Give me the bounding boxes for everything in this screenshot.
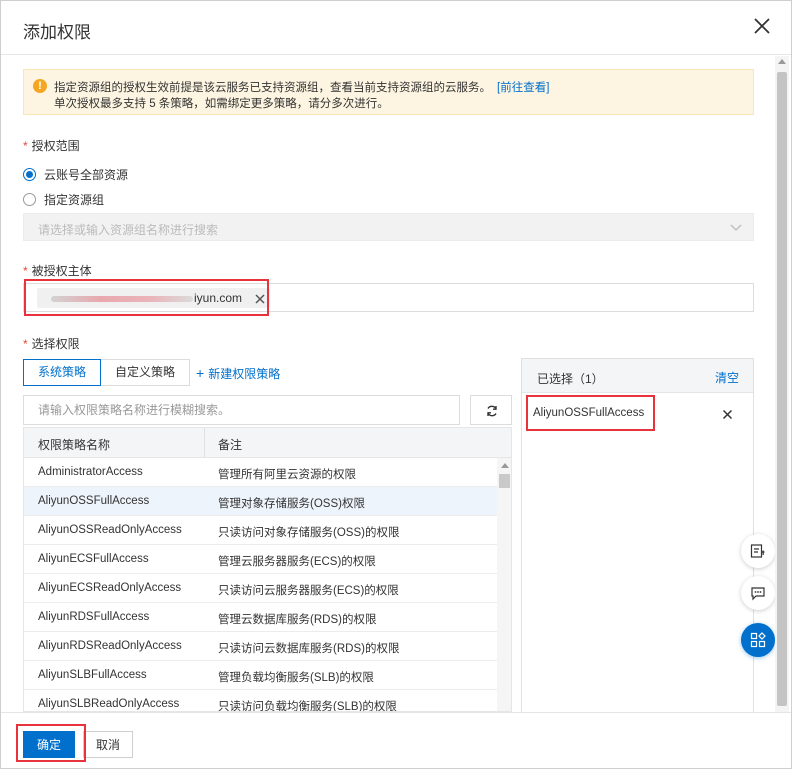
scroll-up-icon[interactable] <box>501 463 509 468</box>
chat-button[interactable] <box>741 576 775 610</box>
radio-all-resources[interactable]: 云账号全部资源 <box>23 166 128 182</box>
dialog-title: 添加权限 <box>23 23 91 42</box>
view-link[interactable]: [前往查看] <box>497 82 549 94</box>
dialog-header: 添加权限 <box>1 1 791 55</box>
policy-search-input[interactable] <box>24 396 459 424</box>
scroll-thumb[interactable] <box>777 72 787 706</box>
table-row[interactable]: AdministratorAccess 管理所有阿里云资源的权限 <box>24 458 497 487</box>
alert-line1: 指定资源组的授权生效前提是该云服务已支持资源组，查看当前支持资源组的云服务。 [前… <box>54 82 550 94</box>
table-row[interactable]: AliyunECSFullAccess 管理云服务器服务(ECS)的权限 <box>24 545 497 574</box>
alert-line2: 单次授权最多支持 5 条策略，如需绑定更多策略，请分多次进行。 <box>54 98 389 110</box>
principal-input[interactable]: iyun.com <box>23 283 754 312</box>
apps-button[interactable] <box>741 623 775 657</box>
redacted-text <box>51 296 193 302</box>
column-header-name: 权限策略名称 <box>38 438 111 452</box>
clear-button[interactable]: 清空 <box>715 369 739 386</box>
tab-system-policy[interactable]: 系统策略 <box>23 359 102 386</box>
table-header: 权限策略名称 备注 <box>24 428 511 458</box>
feedback-button[interactable] <box>741 534 775 568</box>
selected-policies-panel: 已选择（1） 清空 AliyunOSSFullAccess <box>521 358 754 712</box>
warning-icon: ! <box>33 79 47 93</box>
refresh-icon <box>487 405 497 417</box>
radio-resource-group[interactable]: 指定资源组 <box>23 191 104 207</box>
dialog-footer: 确定 取消 <box>1 712 791 768</box>
selected-panel-header: 已选择（1） 清空 <box>522 359 753 393</box>
close-icon[interactable] <box>254 292 266 304</box>
policy-tabs: 系统策略 自定义策略 <box>23 359 191 386</box>
chevron-down-icon <box>729 221 743 233</box>
radio-button[interactable] <box>23 192 36 206</box>
apps-icon <box>750 632 766 648</box>
table-body: AdministratorAccess 管理所有阿里云资源的权限 AliyunO… <box>24 458 497 711</box>
table-row[interactable]: AliyunRDSFullAccess 管理云数据库服务(RDS)的权限 <box>24 603 497 632</box>
table-row[interactable]: AliyunSLBFullAccess 管理负载均衡服务(SLB)的权限 <box>24 661 497 690</box>
refresh-button[interactable] <box>470 395 512 425</box>
cancel-button[interactable]: 取消 <box>83 731 133 758</box>
table-row[interactable]: AliyunSLBReadOnlyAccess 只读访问负载均衡服务(SLB)的… <box>24 690 497 711</box>
feedback-icon <box>750 544 765 558</box>
resource-group-select[interactable]: 请选择或输入资源组名称进行搜索 <box>23 213 754 241</box>
principal-label: * 被授权主体 <box>23 264 92 278</box>
table-row[interactable]: AliyunOSSFullAccess 管理对象存储服务(OSS)权限 <box>24 487 497 516</box>
principal-tag: iyun.com <box>37 288 270 308</box>
tab-custom-policy[interactable]: 自定义策略 <box>101 359 191 386</box>
plus-icon: + <box>196 365 205 381</box>
radio-button[interactable] <box>23 167 36 181</box>
close-icon[interactable] <box>751 15 773 37</box>
selected-item-name: AliyunOSSFullAccess <box>533 407 645 419</box>
permissions-label: * 选择权限 <box>23 337 80 351</box>
info-alert: ! 指定资源组的授权生效前提是该云服务已支持资源组，查看当前支持资源组的云服务。… <box>23 69 754 115</box>
table-row[interactable]: AliyunECSReadOnlyAccess 只读访问云服务器服务(ECS)的… <box>24 574 497 603</box>
chat-icon <box>751 587 765 601</box>
table-row[interactable]: AliyunOSSReadOnlyAccess 只读访问对象存储服务(OSS)的… <box>24 516 497 545</box>
table-scrollbar[interactable] <box>497 458 511 711</box>
new-policy-link[interactable]: + 新建权限策略 <box>196 365 280 382</box>
confirm-button[interactable]: 确定 <box>23 731 75 758</box>
scope-label: * 授权范围 <box>23 139 80 153</box>
selected-item: AliyunOSSFullAccess <box>522 393 753 431</box>
dialog-body: ! 指定资源组的授权生效前提是该云服务已支持资源组，查看当前支持资源组的云服务。… <box>1 56 791 712</box>
scroll-thumb[interactable] <box>499 474 510 488</box>
remove-icon[interactable] <box>722 407 733 420</box>
policy-search[interactable] <box>23 395 460 425</box>
selected-count: 已选择（1） <box>537 372 604 386</box>
scroll-up-icon[interactable] <box>778 59 786 64</box>
dialog-scrollbar[interactable] <box>775 56 789 712</box>
table-row[interactable]: AliyunRDSReadOnlyAccess 只读访问云数据库服务(RDS)的… <box>24 632 497 661</box>
column-header-note: 备注 <box>218 438 243 452</box>
policy-table: 权限策略名称 备注 AdministratorAccess 管理所有阿里云资源的… <box>23 427 512 712</box>
add-permission-dialog: 添加权限 ! 指定资源组的授权生效前提是该云服务已支持资源组，查看当前支持资源组… <box>0 0 792 769</box>
